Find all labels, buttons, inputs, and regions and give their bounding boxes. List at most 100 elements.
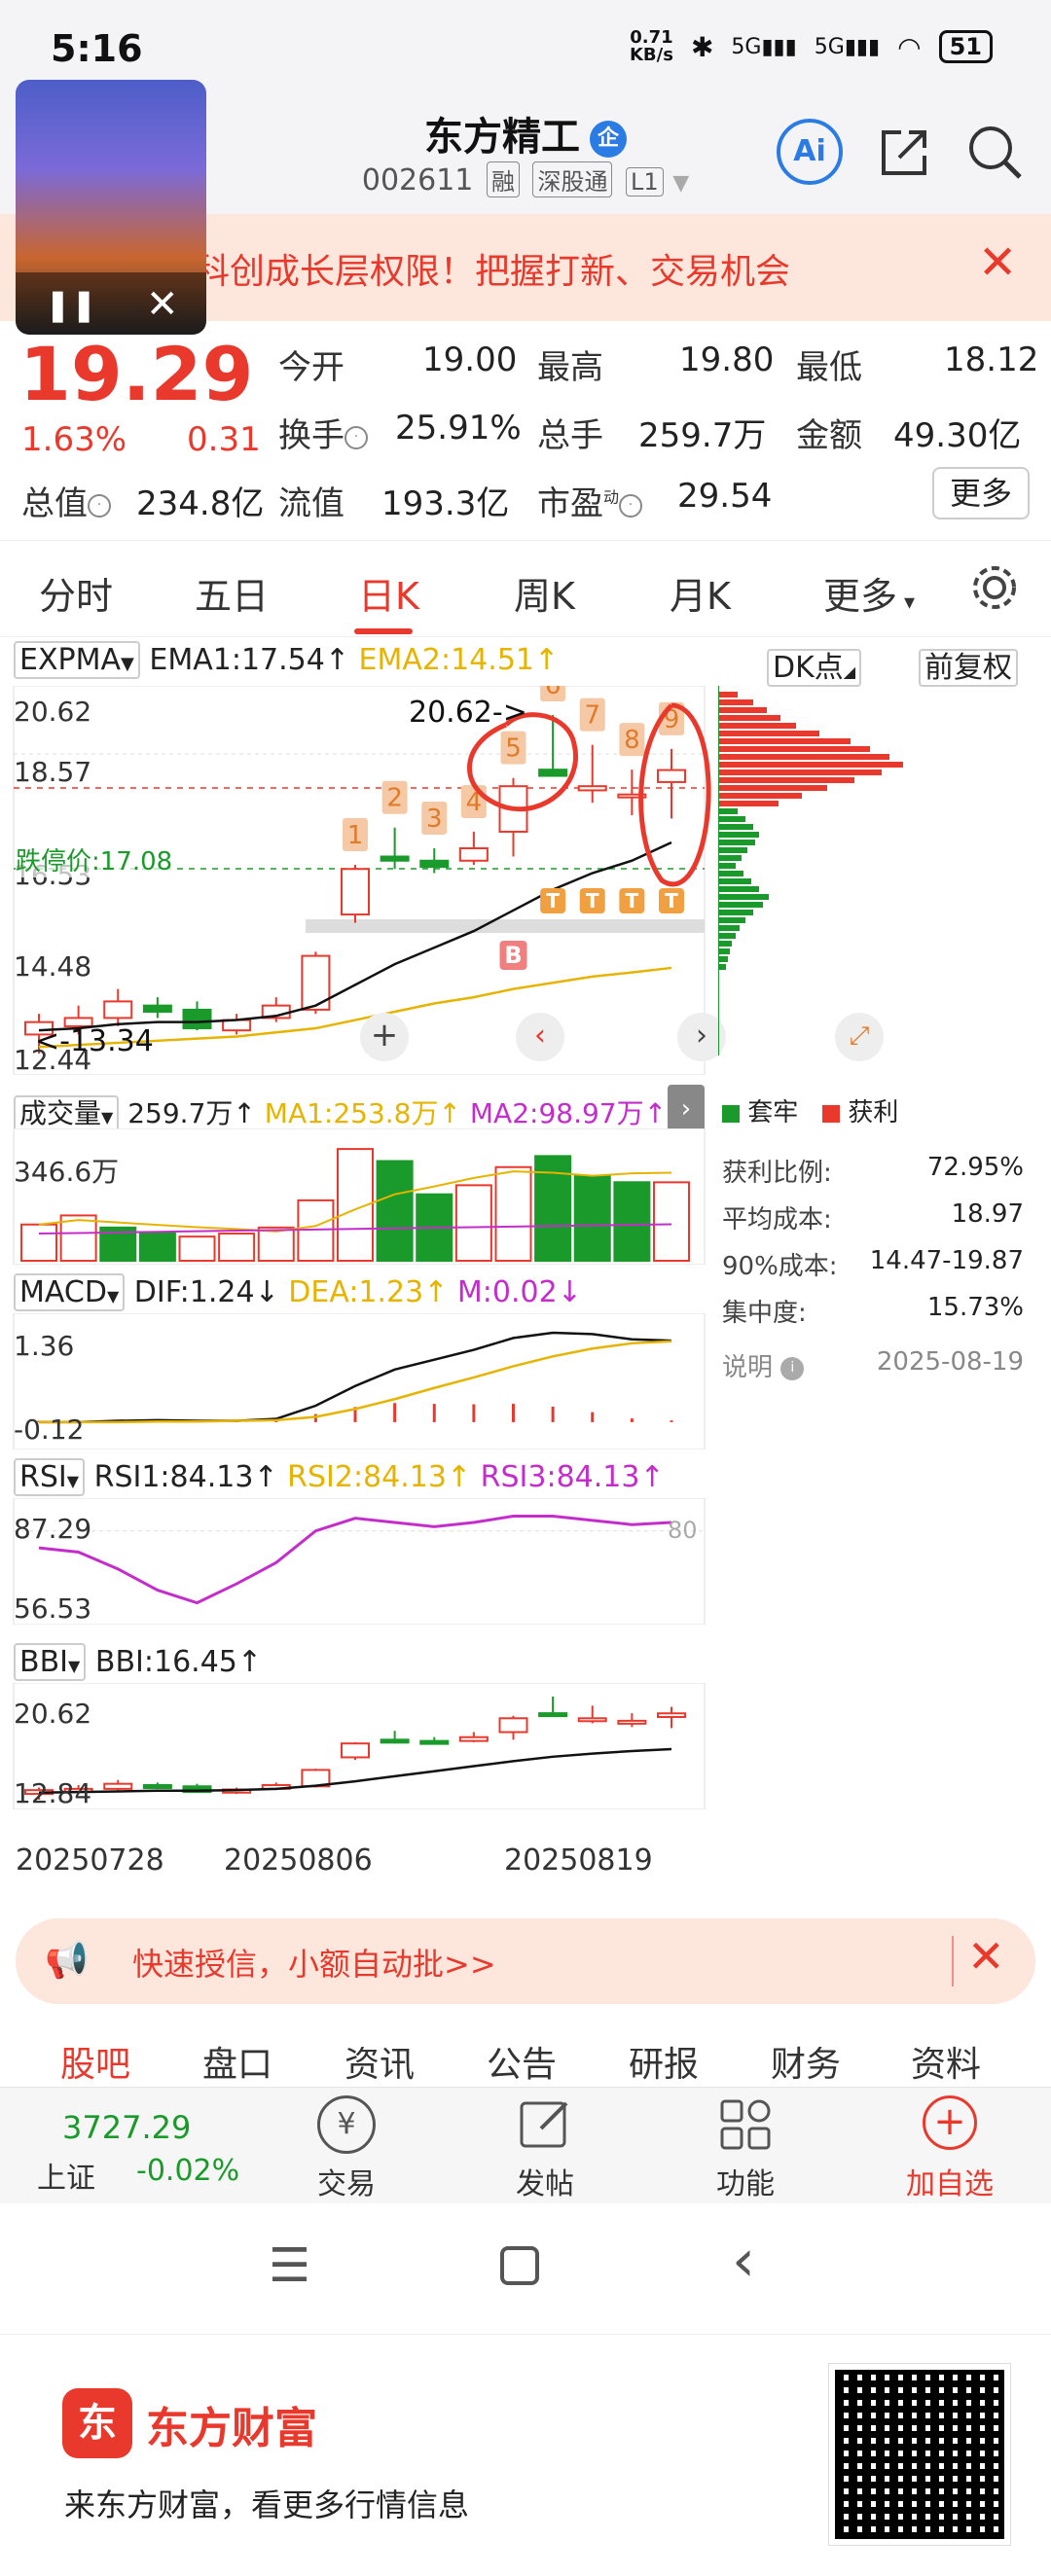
panel-toggle-icon[interactable]: › — [668, 1085, 705, 1133]
tab-intraday[interactable]: 分时 — [39, 566, 113, 620]
profit-ratio-value: 72.95% — [926, 1153, 1024, 1182]
trade-label[interactable]: 交易 — [288, 2160, 405, 2202]
info-icon[interactable]: · — [88, 493, 111, 518]
ai-button[interactable]: Ai — [777, 119, 843, 185]
main-kline-chart[interactable]: 123456789BT T T T — [0, 686, 720, 1075]
chip-bar-profit — [718, 746, 870, 752]
tag-margin: 融 — [486, 161, 520, 197]
close-promo-icon[interactable]: ✕ — [978, 235, 1017, 290]
bbi-candle-body — [380, 1738, 410, 1744]
bbi-candle-body — [142, 1783, 172, 1789]
bbi-candle-body — [341, 1742, 370, 1759]
chevron-left-icon[interactable]: ‹ — [516, 1013, 564, 1061]
tab-research[interactable]: 研报 — [629, 2036, 699, 2087]
note-date: 2025-08-19 — [876, 1347, 1024, 1377]
concentration-value: 15.73% — [926, 1293, 1024, 1322]
index-name[interactable]: 上证 — [37, 2154, 95, 2197]
volume-indicator-select[interactable]: 成交量▼ — [14, 1095, 120, 1131]
clock: 5:16 — [51, 27, 143, 70]
chip-bar-trapped — [718, 964, 726, 970]
credit-ad-text: 快速授信，小额自动批>> — [132, 1946, 496, 1983]
battery-icon: 51 — [938, 30, 993, 63]
info-icon[interactable]: · — [619, 493, 643, 518]
floating-video-player[interactable]: ❚❚ ✕ — [16, 80, 206, 335]
trade-mark-label: T — [665, 889, 678, 912]
tab-profile[interactable]: 资料 — [911, 2036, 981, 2087]
bbi-indicator-select[interactable]: BBI▼ — [14, 1643, 87, 1681]
chip-bar-profit — [718, 777, 854, 783]
share-icon[interactable] — [876, 123, 934, 181]
more-button[interactable]: 更多 — [932, 467, 1030, 519]
candle-body — [142, 1004, 172, 1014]
turnover-label: 换手 · — [278, 409, 368, 456]
trade-icon[interactable]: ¥ — [317, 2095, 376, 2154]
macd-indicator-select[interactable]: MACD▼ — [14, 1273, 126, 1311]
main-indicator-select[interactable]: EXPMA▼ — [14, 641, 140, 679]
volume-indicator-row: 成交量▼ 259.7万↑ MA1:253.8万↑ MA2:98.97万↑ — [14, 1092, 667, 1131]
tab-five-day[interactable]: 五日 — [195, 566, 269, 620]
dropdown-icon[interactable]: ▼ — [672, 171, 689, 196]
add-watchlist-label[interactable]: 加自选 — [891, 2160, 1008, 2202]
volume-bar — [613, 1181, 651, 1262]
pause-icon[interactable]: ❚❚ — [45, 286, 97, 323]
chip-bar-profit — [718, 715, 780, 721]
volume-max-label: 346.6万 — [14, 1156, 120, 1188]
tab-forum[interactable]: 股吧 — [60, 2036, 130, 2087]
chip-bar-trapped — [718, 910, 753, 915]
tab-more[interactable]: 更多 ▾ — [823, 566, 915, 620]
tab-news[interactable]: 资讯 — [344, 2036, 415, 2087]
functions-icon[interactable] — [716, 2095, 775, 2154]
y-label-4: 14.48 — [14, 950, 92, 983]
rsi-indicator-select[interactable]: RSI▼ — [14, 1458, 86, 1496]
dk-select[interactable]: DK点◢ — [767, 643, 862, 687]
y-label-2: 18.57 — [14, 756, 92, 788]
macd-top-label: 1.36 — [14, 1330, 75, 1362]
bbi-candle-body — [458, 1735, 489, 1742]
bbi-bottom-label: 12.84 — [14, 1777, 92, 1809]
back-icon[interactable]: ‹ — [732, 2227, 755, 2295]
day-mark-label: 1 — [347, 821, 364, 850]
close-ad-icon[interactable]: ✕ — [967, 1930, 1005, 1983]
cost-90-label: 90%成本: — [722, 1252, 838, 1281]
trade-mark-label: T — [586, 889, 599, 912]
chip-bar-trapped — [718, 941, 732, 947]
bbi-top-label: 20.62 — [14, 1698, 92, 1730]
tab-announcements[interactable]: 公告 — [487, 2036, 557, 2087]
credit-ad-banner[interactable]: 📢 快速授信，小额自动批>> ✕ — [16, 1918, 1035, 2004]
close-video-icon[interactable]: ✕ — [146, 282, 179, 327]
chip-bar-profit — [718, 707, 767, 713]
quote-panel: 19.29 1.63% 0.31 今开 19.00 最高 19.80 最低 18… — [0, 321, 1051, 540]
menu-icon[interactable]: ☰ — [269, 2238, 310, 2293]
status-icons: 0.71 KB/s ✱ 5G▮▮▮ 5G▮▮▮ ◠ 51 — [630, 29, 993, 64]
bbi-candle-body — [617, 1719, 647, 1725]
tab-monthly-k[interactable]: 月K — [670, 566, 731, 620]
chip-bar-profit — [718, 692, 738, 698]
gear-icon[interactable] — [967, 560, 1022, 615]
adjust-select[interactable]: 前复权 — [919, 643, 1018, 687]
index-value[interactable]: 3727.29 — [62, 2109, 191, 2146]
tab-daily-k[interactable]: 日K — [358, 566, 419, 620]
info-icon[interactable]: · — [344, 425, 368, 449]
post-label[interactable]: 发帖 — [487, 2160, 603, 2202]
low-value: 18.12 — [944, 340, 1039, 379]
add-watchlist-icon[interactable]: + — [923, 2095, 977, 2150]
stock-code: 002611 — [361, 163, 474, 197]
chip-bar-trapped — [718, 871, 743, 877]
tab-financials[interactable]: 财务 — [771, 2036, 841, 2087]
date-label-2: 20250806 — [224, 1843, 373, 1878]
note-link[interactable]: 说明 i — [722, 1347, 805, 1383]
zoom-in-button[interactable]: + — [360, 1013, 409, 1061]
functions-label[interactable]: 功能 — [687, 2160, 804, 2202]
tab-orderbook[interactable]: 盘口 — [202, 2036, 272, 2087]
index-change[interactable]: -0.02% — [136, 2154, 239, 2188]
post-icon[interactable] — [516, 2095, 574, 2154]
chip-distribution-chart — [718, 686, 903, 1055]
search-icon[interactable] — [963, 121, 1026, 183]
volume-bar — [454, 1184, 492, 1262]
chip-bar-profit — [718, 785, 827, 791]
chip-bar-profit — [718, 754, 889, 760]
home-icon[interactable] — [500, 2246, 539, 2285]
bbi-candle-body — [419, 1739, 450, 1745]
tab-weekly-k[interactable]: 周K — [514, 566, 575, 620]
tag-level: L1 — [626, 167, 664, 197]
